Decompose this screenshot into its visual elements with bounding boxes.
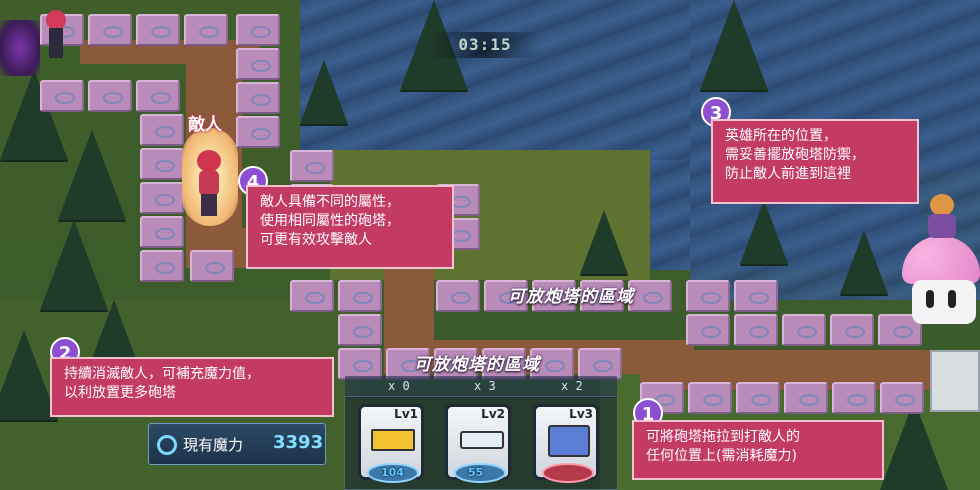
pine-tree: [58, 130, 126, 220]
mana-swirl-icon: [157, 435, 177, 455]
callout-text: 任何位置上(需消耗魔力): [646, 448, 797, 464]
pine-tree: [740, 200, 788, 264]
mana-label: 現有魔力: [183, 436, 244, 454]
callout-text: 英雄所在的位置，: [725, 128, 837, 144]
callout-text: 可更有效攻擊敵人: [260, 232, 372, 248]
callout-enemy-attributes: 敵人具備不同的屬性， 使用相同屬性的砲塔， 可更有效攻擊敵人: [246, 185, 454, 269]
tower-slot-tile[interactable]: [686, 280, 730, 312]
tower-slot-tile[interactable]: [734, 280, 778, 312]
tower-slot-tile[interactable]: [236, 48, 280, 80]
tower-level: Lv1: [394, 407, 418, 421]
pine-tree: [90, 300, 138, 364]
tower-slot-tile[interactable]: [688, 382, 732, 414]
tower-slot-tile[interactable]: [784, 382, 828, 414]
tower-slot-tile[interactable]: [40, 80, 84, 112]
eraser-tower-icon: [548, 425, 590, 457]
tower-level: Lv3: [569, 407, 593, 421]
tower-cost: 104: [381, 466, 404, 479]
tower-slot-tile[interactable]: [290, 280, 334, 312]
tower-slot-tile[interactable]: [782, 314, 826, 346]
game-timer: 03:15: [430, 32, 540, 58]
tower-slot-tile[interactable]: [88, 80, 132, 112]
tower-count: x 2: [561, 379, 583, 393]
tower-slot-tile[interactable]: [236, 82, 280, 114]
callout-text: 防止敵人前進到這裡: [725, 166, 851, 182]
pine-tree: [40, 220, 108, 310]
tower-slot-tile[interactable]: [136, 80, 180, 112]
callout-text: 使用相同屬性的砲塔，: [260, 213, 400, 229]
tower-card-lv3[interactable]: Lv3: [533, 404, 599, 483]
tower-slot-tile[interactable]: [140, 148, 184, 180]
callout-text: 需妥善擺放砲塔防禦，: [725, 147, 865, 163]
tower-slot-tile[interactable]: [338, 280, 382, 312]
callout-text: 以利放置更多砲塔: [64, 385, 176, 401]
tower-slot-tile[interactable]: [236, 116, 280, 148]
mana-display: 現有魔力 3393: [148, 423, 326, 465]
tower-slot-tile[interactable]: [140, 250, 184, 282]
callout-text: 可將砲塔拖拉到打敵人的: [646, 429, 800, 445]
tower-count: x 0: [388, 379, 410, 393]
callout-drag-tower: 可將砲塔拖拉到打敵人的 任何位置上(需消耗魔力): [632, 420, 884, 480]
pine-tree: [700, 0, 768, 90]
tower-slot-tile[interactable]: [338, 314, 382, 346]
callout-hero-position: 英雄所在的位置， 需妥善擺放砲塔防禦， 防止敵人前進到這裡: [711, 119, 919, 204]
callout-mana-refill: 持續消滅敵人，可補充魔力值， 以利放置更多砲塔: [50, 357, 334, 417]
callout-text: 敵人具備不同的屬性，: [260, 194, 400, 210]
enemy-label: 敵人: [188, 115, 222, 135]
placeable-zone-label: 可放炮塔的區域: [508, 287, 634, 307]
tower-slot-tile[interactable]: [236, 14, 280, 46]
mana-value: 3393: [273, 432, 324, 453]
tower-slot-tile[interactable]: [436, 280, 480, 312]
tower-slot-tile[interactable]: [686, 314, 730, 346]
pine-tree: [300, 60, 348, 124]
tower-slot-tile[interactable]: [140, 216, 184, 248]
game-scene: 可放炮塔的區域 可放炮塔的區域 敵人 03:15 3 英雄所在的位置， 需妥善擺…: [0, 0, 980, 490]
enemy-path: [384, 268, 434, 348]
spawn-portal: [0, 20, 40, 76]
enemy-character: [193, 150, 225, 218]
tower-card-lv1[interactable]: Lv1 104: [358, 404, 424, 483]
pine-tree: [840, 230, 888, 294]
pine-tree: [580, 210, 628, 274]
syringe-tower-icon: [460, 431, 504, 449]
tower-slot-tile[interactable]: [190, 250, 234, 282]
hero-character: [926, 188, 958, 240]
tower-cost: 55: [468, 466, 484, 479]
pencil-tower-icon: [371, 429, 415, 451]
tower-base-icon: [542, 463, 594, 483]
tower-slot-tile[interactable]: [290, 150, 334, 182]
castle-gate: [930, 350, 980, 412]
tower-slot-tile[interactable]: [88, 14, 132, 46]
tower-slot-tile[interactable]: [880, 382, 924, 414]
tower-level: Lv2: [481, 407, 505, 421]
tower-slot-tile[interactable]: [736, 382, 780, 414]
tower-slot-tile[interactable]: [140, 114, 184, 146]
tower-slot-tile[interactable]: [184, 14, 228, 46]
tower-slot-tile[interactable]: [136, 14, 180, 46]
tower-slot-tile[interactable]: [140, 182, 184, 214]
tower-count: x 3: [474, 379, 496, 393]
enemy-character: [44, 10, 68, 74]
tower-slot-tile[interactable]: [734, 314, 778, 346]
tower-card-lv2[interactable]: Lv2 55: [445, 404, 511, 483]
tower-slot-tile[interactable]: [832, 382, 876, 414]
callout-text: 持續消滅敵人，可補充魔力值，: [64, 366, 260, 382]
tower-slot-tile[interactable]: [628, 280, 672, 312]
tower-slot-tile[interactable]: [830, 314, 874, 346]
hero-base: [902, 236, 980, 326]
placeable-zone-label: 可放炮塔的區域: [414, 355, 540, 375]
